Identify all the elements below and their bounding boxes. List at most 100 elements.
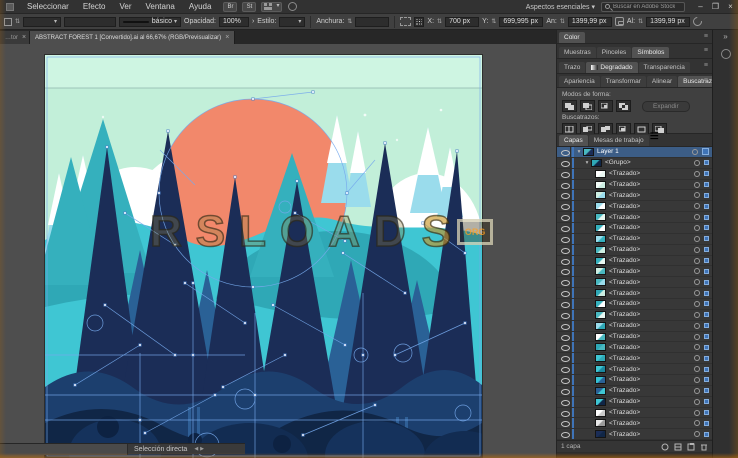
layer-row-trazado[interactable]: <Trazado> (557, 244, 712, 256)
layer-name[interactable]: <Trazado> (609, 203, 694, 210)
visibility-eye-icon[interactable] (560, 258, 570, 265)
target-circle-icon[interactable] (694, 170, 700, 177)
target-circle-icon[interactable] (694, 431, 700, 438)
edit-column[interactable] (570, 288, 575, 299)
document-tab-partial[interactable]: …tor × (0, 31, 30, 44)
target-circle-icon[interactable] (694, 398, 700, 405)
selection-indicator[interactable] (704, 355, 709, 361)
layer-name[interactable]: <Trazado> (609, 300, 694, 307)
target-circle-icon[interactable] (694, 311, 700, 318)
layer-name[interactable]: <Trazado> (609, 192, 694, 199)
intersect-button[interactable] (598, 100, 613, 112)
layer-name[interactable]: <Trazado> (609, 398, 694, 405)
selection-indicator[interactable] (704, 410, 709, 416)
edit-column[interactable] (570, 244, 575, 255)
artwork-canvas[interactable] (45, 55, 482, 458)
target-circle-icon[interactable] (694, 300, 700, 307)
layer-row-trazado[interactable]: <Trazado> (557, 353, 712, 365)
selection-indicator[interactable] (704, 268, 709, 274)
layer-name[interactable]: <Trazado> (609, 290, 694, 297)
layer-name[interactable]: <Trazado> (609, 366, 694, 373)
transform-icon[interactable] (691, 15, 704, 28)
layer-row-trazado[interactable]: <Trazado> (557, 342, 712, 354)
layer-row-trazado[interactable]: <Trazado> (557, 299, 712, 310)
edit-column[interactable] (570, 375, 575, 385)
layer-row-trazado[interactable]: <Trazado> (557, 309, 712, 321)
layer-name[interactable]: <Trazado> (609, 235, 694, 242)
selection-indicator[interactable] (704, 420, 709, 426)
close-tab-icon[interactable]: × (225, 34, 229, 41)
target-circle-icon[interactable] (694, 181, 700, 188)
selection-indicator[interactable] (704, 214, 709, 220)
menu-item-seleccionar[interactable]: Seleccionar (20, 0, 76, 14)
document-tab-active[interactable]: ABSTRACT FOREST 1 [Convertido].ai al 66,… (30, 31, 236, 44)
visibility-eye-icon[interactable] (560, 171, 570, 178)
libraries-icon[interactable] (720, 49, 731, 59)
selection-indicator[interactable] (704, 247, 709, 253)
document-layout-dropdown[interactable]: ▾ (261, 1, 283, 12)
panel-tab-si-mbolos[interactable]: Símbolos (632, 47, 670, 58)
target-circle-icon[interactable] (694, 159, 700, 166)
close-button[interactable]: × (723, 0, 738, 14)
edit-column[interactable] (570, 223, 575, 233)
opacity-more[interactable]: › (252, 18, 254, 25)
target-circle-icon[interactable] (694, 387, 700, 394)
panel-tab-apariencia[interactable]: Apariencia (559, 76, 600, 87)
panel-tab-degradado[interactable]: Degradado (586, 62, 638, 73)
layer-row-trazado[interactable]: <Trazado> (557, 364, 712, 376)
edit-column[interactable] (570, 201, 575, 212)
layer-name[interactable]: <Trazado> (609, 355, 694, 362)
layer-name[interactable]: <Trazado> (609, 344, 694, 351)
minimize-button[interactable]: – (693, 0, 708, 14)
layer-row-trazado[interactable]: <Trazado> (557, 396, 712, 408)
width-field[interactable] (355, 16, 390, 27)
visibility-eye-icon[interactable] (560, 334, 570, 341)
unite-button[interactable] (562, 100, 577, 112)
edit-column[interactable] (570, 364, 575, 375)
panel-tab-trazo[interactable]: Trazo (559, 62, 586, 73)
edit-column[interactable] (570, 157, 575, 168)
selection-indicator[interactable] (704, 366, 709, 372)
target-circle-icon[interactable] (694, 366, 700, 373)
layer-row-trazado[interactable]: <Trazado> (557, 418, 712, 430)
layer-name[interactable]: <Trazado> (609, 420, 694, 427)
edit-column[interactable] (570, 342, 575, 353)
layer-row-trazado[interactable]: <Trazado> (557, 179, 712, 191)
layer-row-trazado[interactable]: <Trazado> (557, 407, 712, 419)
selection-indicator[interactable] (704, 323, 709, 329)
visibility-eye-icon[interactable] (560, 279, 570, 287)
layer-row-grupo[interactable]: ▾ <Grupo> (557, 157, 712, 169)
layer-name[interactable]: <Trazado> (609, 257, 694, 264)
reference-point-locator[interactable] (414, 16, 425, 27)
edit-column[interactable] (570, 277, 575, 288)
target-circle-icon[interactable] (694, 409, 700, 416)
target-circle-icon[interactable] (694, 246, 700, 253)
target-circle-icon[interactable] (694, 224, 700, 231)
w-field[interactable]: 1399,99 px (567, 16, 612, 27)
selection-indicator[interactable] (704, 203, 709, 209)
expand-caret-icon[interactable]: ▾ (575, 149, 583, 155)
edit-column[interactable] (570, 331, 575, 342)
edit-column[interactable] (570, 190, 575, 201)
toolbar-button-br[interactable]: Br (223, 1, 238, 12)
minus-front-button[interactable] (580, 100, 595, 112)
layer-row-trazado[interactable]: <Trazado> (557, 223, 712, 234)
selection-indicator[interactable] (704, 312, 709, 318)
selection-indicator[interactable] (704, 225, 709, 231)
pasteboard[interactable]: RSLOAD S ORG (0, 44, 556, 458)
new-layer-icon[interactable] (687, 442, 695, 451)
layer-row-trazado[interactable]: <Trazado> (557, 233, 712, 245)
width-stepper[interactable]: ⇅ (347, 17, 352, 27)
layer-name[interactable]: <Trazado> (609, 224, 694, 231)
selection-indicator[interactable] (704, 388, 709, 394)
layer-row-layer-1[interactable]: ▾ Layer 1 (557, 147, 712, 158)
visibility-eye-icon[interactable] (560, 420, 570, 428)
menu-item-ver[interactable]: Ver (113, 0, 139, 14)
edit-column[interactable] (570, 168, 575, 179)
visibility-eye-icon[interactable] (560, 431, 570, 439)
layer-row-trazado[interactable]: <Trazado> (557, 288, 712, 300)
edit-column[interactable] (570, 396, 575, 407)
panel-menu-icon[interactable]: ≡ (650, 128, 659, 146)
next-arrow-icon[interactable]: ▶ (200, 446, 204, 452)
h-field[interactable]: 1399,99 px (646, 16, 691, 27)
